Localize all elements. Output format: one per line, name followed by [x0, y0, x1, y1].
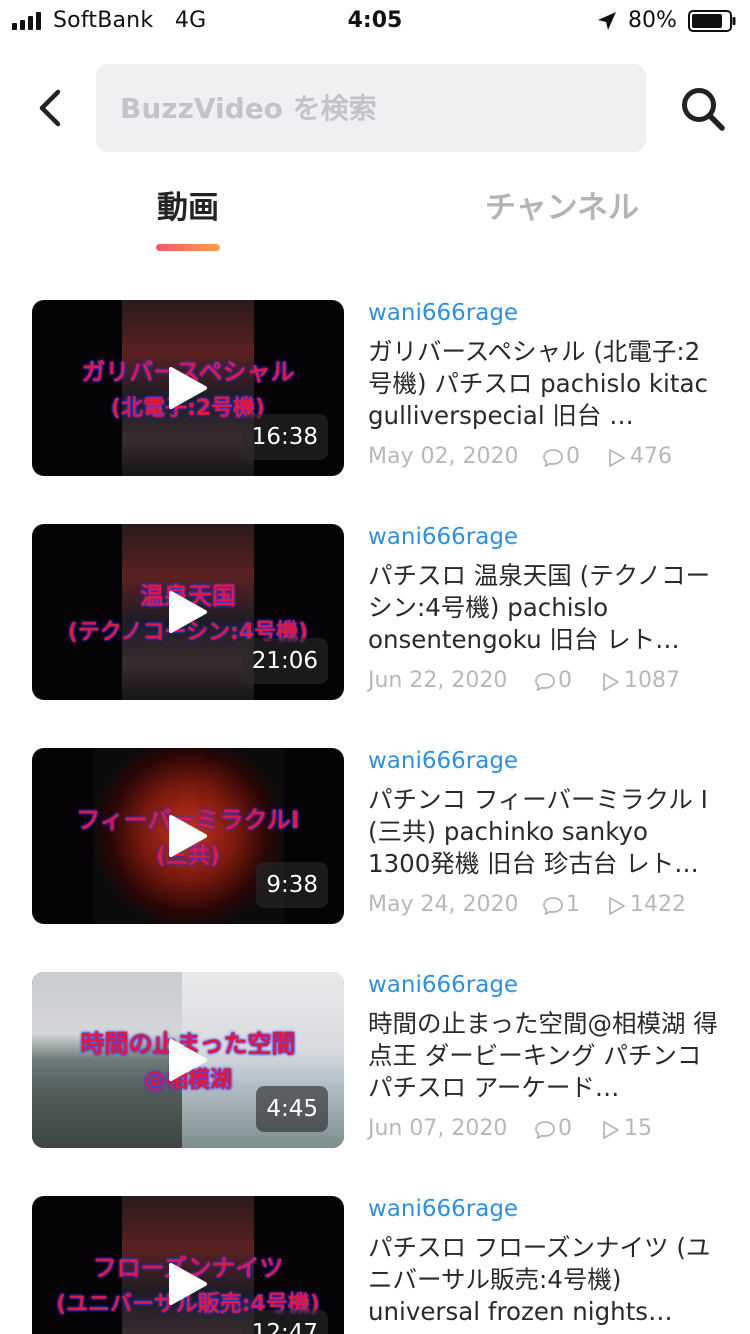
comment-count: 0 — [558, 668, 572, 693]
search-bar[interactable] — [96, 64, 646, 152]
play-count: 1422 — [630, 892, 686, 917]
video-title[interactable]: 時間の止まった空間@相模湖 得点王 ダービーキング パチンコ パチスロ アーケー… — [368, 1008, 718, 1104]
comment-icon — [535, 673, 555, 691]
tab-channels[interactable]: チャンネル — [462, 182, 662, 232]
play-count: 476 — [630, 444, 672, 469]
video-list-item[interactable]: フィーバーミラクルⅠ (三共) 9:38 wani666rage パチンコ フィ… — [0, 748, 750, 924]
search-input[interactable] — [120, 88, 620, 128]
play-icon[interactable] — [168, 590, 208, 634]
back-chevron-icon[interactable] — [34, 88, 70, 128]
video-list-item[interactable]: ガリバースペシャル (北電子:2号機) 16:38 wani666rage ガリ… — [0, 300, 750, 476]
video-thumbnail[interactable]: フローズンナイツ (ユニバーサル販売:4号機) 12:47 — [32, 1196, 344, 1334]
play-icon[interactable] — [168, 1038, 208, 1082]
play-count-icon — [609, 897, 625, 915]
comment-icon — [535, 1121, 555, 1139]
battery-icon — [688, 10, 736, 32]
video-thumbnail[interactable]: フィーバーミラクルⅠ (三共) 9:38 — [32, 748, 344, 924]
video-thumbnail[interactable]: 温泉天国 (テクノコーシン:4号機) 21:06 — [32, 524, 344, 700]
status-bar: SoftBank 4G 4:05 80% — [0, 0, 750, 40]
play-count-icon — [609, 449, 625, 467]
video-list-item[interactable]: 温泉天国 (テクノコーシン:4号機) 21:06 wani666rage パチス… — [0, 524, 750, 700]
video-thumbnail[interactable]: ガリバースペシャル (北電子:2号機) 16:38 — [32, 300, 344, 476]
video-duration-badge: 9:38 — [256, 862, 328, 908]
channel-name-link[interactable]: wani666rage — [368, 524, 518, 550]
video-duration-badge: 12:47 — [241, 1310, 328, 1334]
comment-count: 0 — [558, 1116, 572, 1141]
video-title[interactable]: ガリバースペシャル (北電子:2号機) パチスロ pachislo kitac … — [368, 336, 718, 432]
video-title[interactable]: パチスロ 温泉天国 (テクノコーシン:4号機) pachislo onsente… — [368, 560, 718, 656]
upload-date: May 02, 2020 — [368, 444, 519, 469]
play-icon[interactable] — [168, 1262, 208, 1306]
video-duration-badge: 16:38 — [241, 414, 328, 460]
upload-date: Jun 22, 2020 — [368, 668, 508, 693]
upload-date: May 24, 2020 — [368, 892, 519, 917]
tab-videos[interactable]: 動画 — [120, 182, 256, 232]
video-title[interactable]: パチスロ フローズンナイツ (ユニバーサル販売:4号機) universal f… — [368, 1232, 718, 1328]
channel-name-link[interactable]: wani666rage — [368, 1196, 518, 1222]
active-tab-indicator — [156, 244, 220, 251]
comment-icon — [543, 897, 563, 915]
play-count: 15 — [624, 1116, 652, 1141]
play-count-icon — [603, 673, 619, 691]
comment-count: 1 — [566, 892, 580, 917]
play-count-icon — [603, 1121, 619, 1139]
channel-name-link[interactable]: wani666rage — [368, 972, 518, 998]
channel-name-link[interactable]: wani666rage — [368, 300, 518, 326]
comment-count: 0 — [566, 444, 580, 469]
search-icon[interactable] — [680, 86, 726, 132]
play-icon[interactable] — [168, 366, 208, 410]
upload-date: Jun 07, 2020 — [368, 1116, 508, 1141]
video-title[interactable]: パチンコ フィーバーミラクル Ⅰ (三共) pachinko sankyo 13… — [368, 784, 718, 880]
video-duration-badge: 4:45 — [256, 1086, 328, 1132]
video-thumbnail[interactable]: 時間の止まった空間 @相模湖 4:45 — [32, 972, 344, 1148]
video-duration-badge: 21:06 — [241, 638, 328, 684]
video-list-item[interactable]: フローズンナイツ (ユニバーサル販売:4号機) 12:47 wani666rag… — [0, 1196, 750, 1334]
channel-name-link[interactable]: wani666rage — [368, 748, 518, 774]
battery-percent: 80% — [628, 8, 677, 33]
location-arrow-icon — [598, 12, 616, 30]
play-icon[interactable] — [168, 814, 208, 858]
video-list-item[interactable]: 時間の止まった空間 @相模湖 4:45 wani666rage 時間の止まった空… — [0, 972, 750, 1148]
play-count: 1087 — [624, 668, 680, 693]
comment-icon — [543, 449, 563, 467]
